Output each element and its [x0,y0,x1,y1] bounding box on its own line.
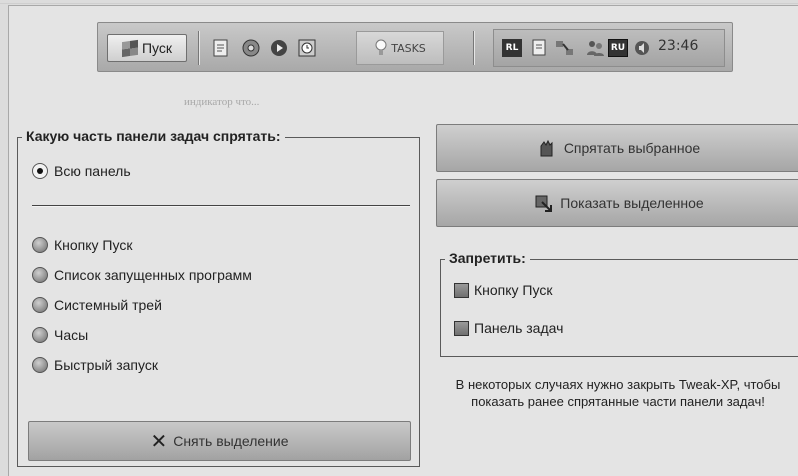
checkbox-label: Кнопку Пуск [474,282,553,298]
radio-system-tray[interactable]: Системный трей [32,294,162,316]
hide-selected-button[interactable]: Спрятать выбранное [436,124,798,172]
radio-button[interactable] [32,297,48,313]
radio-button[interactable] [32,237,48,253]
radio-clock[interactable]: Часы [32,324,88,346]
radio-running-programs[interactable]: Список запущенных программ [32,264,252,286]
group-divider [32,205,410,207]
taskbar-clock: 23:46 [658,38,699,54]
checkbox-forbid-start[interactable]: Кнопку Пуск [454,280,552,300]
hide-hand-icon [540,139,553,157]
show-selected-button[interactable]: Показать выделенное [436,179,798,227]
tweak-xp-window: Пуск TASKS RL RU 23:46 индикатор что... … [8,5,798,476]
show-window-icon [535,195,553,212]
network-icon[interactable] [554,38,576,58]
forbid-group-title: Запретить: [445,250,530,266]
show-selected-label: Показать выделенное [560,195,704,211]
close-x-icon: ✕ [150,430,168,453]
radio-label: Быстрый запуск [54,357,158,373]
info-note: В некоторых случаях нужно закрыть Tweak-… [455,377,781,409]
taskbar-task-button[interactable]: TASKS [356,31,444,65]
users-icon[interactable] [584,38,606,58]
hide-selected-label: Спрятать выбранное [563,140,701,156]
language-indicator[interactable]: RU [608,39,628,57]
checkbox[interactable] [454,282,469,298]
radio-label: Часы [54,327,89,343]
hide-part-group: Какую часть панели задач спрятать: Всю п… [17,128,420,467]
radio-button[interactable] [32,267,48,283]
media-player-icon[interactable] [268,37,290,59]
background-hint-text: индикатор что... [184,96,260,108]
start-button[interactable]: Пуск [107,34,187,62]
volume-icon[interactable] [632,38,652,58]
lightbulb-icon [375,39,387,55]
radio-button[interactable] [32,357,48,373]
radio-label: Список запущенных программ [54,267,252,283]
disc-icon[interactable] [240,37,262,59]
radio-start-button[interactable]: Кнопку Пуск [32,234,132,256]
radio-whole-panel[interactable]: Всю панель [32,160,131,182]
start-button-label: Пуск [141,40,173,56]
radio-label-whole-panel: Всю панель [54,163,131,179]
hide-part-group-title: Какую часть панели задач спрятать: [22,128,285,144]
task-button-label: TASKS [391,41,426,55]
radio-button[interactable] [32,327,48,343]
radio-label: Системный трей [54,297,162,313]
forbid-group: Запретить: Кнопку Пуск Панель задач [440,250,798,357]
checkbox[interactable] [454,320,469,336]
windows-flag-icon [121,39,138,57]
checkbox-forbid-taskbar[interactable]: Панель задач [454,318,563,338]
rl-icon[interactable]: RL [502,39,522,57]
document-icon[interactable] [210,37,232,59]
tray-document-icon[interactable] [530,38,550,58]
clock-app-icon[interactable] [296,37,318,59]
clear-selection-label: Снять выделение [173,433,289,449]
taskbar-separator [198,31,200,65]
checkbox-label: Панель задач [474,320,564,336]
radio-button-checked[interactable] [32,163,48,179]
radio-quick-launch[interactable]: Быстрый запуск [32,354,158,376]
clear-selection-button[interactable]: ✕ Снять выделение [28,421,411,461]
taskbar-separator [473,31,475,65]
radio-label: Кнопку Пуск [54,237,133,253]
taskbar-preview: Пуск TASKS RL RU 23:46 [97,22,733,72]
